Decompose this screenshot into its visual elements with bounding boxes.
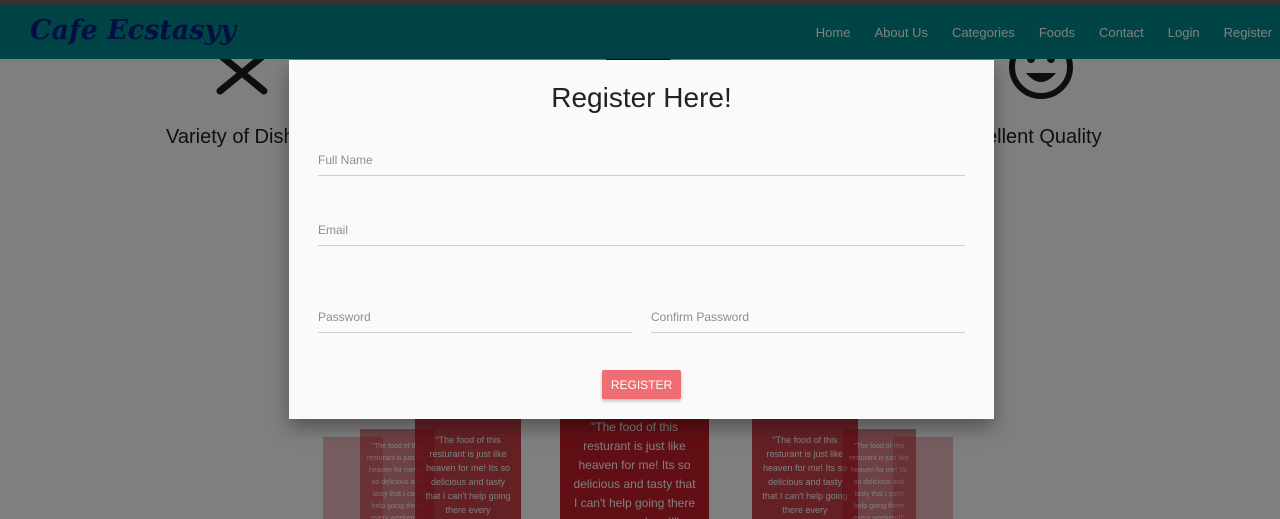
register-modal: Register Here! REGISTER bbox=[289, 60, 994, 419]
window-top-strip bbox=[0, 0, 1280, 5]
email-underline bbox=[318, 245, 965, 246]
email-input[interactable] bbox=[318, 220, 965, 240]
full-name-input[interactable] bbox=[318, 150, 965, 170]
password-input[interactable] bbox=[318, 307, 632, 327]
full-name-underline bbox=[318, 175, 965, 176]
register-button[interactable]: REGISTER bbox=[602, 370, 681, 399]
modal-title: Register Here! bbox=[551, 82, 732, 113]
confirm-password-input[interactable] bbox=[651, 307, 965, 327]
password-underline bbox=[318, 332, 632, 333]
confirm-password-underline bbox=[651, 332, 965, 333]
